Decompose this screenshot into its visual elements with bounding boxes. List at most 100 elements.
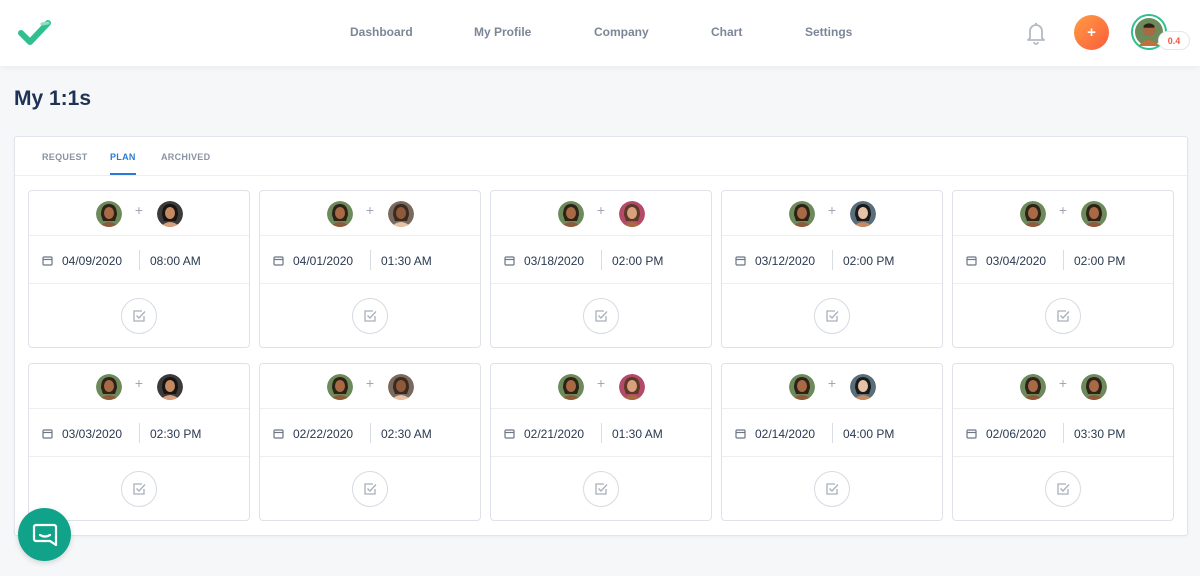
plus-icon: + <box>596 375 606 391</box>
divider <box>370 423 371 443</box>
plus-icon: + <box>134 375 144 391</box>
meeting-date: 02/14/2020 <box>755 427 816 441</box>
checkbox-check-icon <box>1057 310 1070 322</box>
plus-icon: + <box>596 202 606 218</box>
meeting-time: 01:30 AM <box>381 254 432 268</box>
nav-dashboard[interactable]: Dashboard <box>350 25 413 39</box>
meeting-date: 02/21/2020 <box>524 427 585 441</box>
add-button[interactable]: + <box>1074 15 1109 50</box>
checkbox-check-icon <box>364 483 377 495</box>
meeting-time: 04:00 PM <box>843 427 895 441</box>
meetings-panel: REQUEST PLAN ARCHIVED +04/09/2020 08:00 A… <box>14 136 1188 536</box>
tab-archived[interactable]: ARCHIVED <box>161 152 210 173</box>
nav-chart[interactable]: Chart <box>711 25 742 39</box>
participant-avatar <box>789 374 815 400</box>
meeting-time: 02:00 PM <box>843 254 895 268</box>
participants-row: + <box>722 364 942 409</box>
nav-company[interactable]: Company <box>594 25 649 39</box>
mark-complete-button[interactable] <box>814 471 850 507</box>
calendar-icon <box>504 429 515 439</box>
mark-complete-button[interactable] <box>352 298 388 334</box>
mark-complete-button[interactable] <box>352 471 388 507</box>
mark-complete-button[interactable] <box>583 298 619 334</box>
meeting-card[interactable]: +04/01/2020 01:30 AM <box>259 190 481 348</box>
checkbox-check-icon <box>826 310 839 322</box>
meeting-card[interactable]: +02/22/2020 02:30 AM <box>259 363 481 521</box>
calendar-icon <box>273 256 284 266</box>
calendar-icon <box>735 256 746 266</box>
nav-my-profile[interactable]: My Profile <box>474 25 531 39</box>
participants-row: + <box>722 191 942 236</box>
divider <box>832 423 833 443</box>
participants-row: + <box>953 191 1173 236</box>
mark-complete-button[interactable] <box>814 298 850 334</box>
divider <box>139 423 140 443</box>
score-badge: 0.4 <box>1158 31 1190 50</box>
checkbox-check-icon <box>133 483 146 495</box>
meeting-date: 02/22/2020 <box>293 427 354 441</box>
checkbox-check-icon <box>595 483 608 495</box>
schedule-row: 03/04/2020 02:00 PM <box>953 237 1173 284</box>
page-title: My 1:1s <box>14 87 92 110</box>
meeting-card[interactable]: +03/03/2020 02:30 PM <box>28 363 250 521</box>
participant-avatar <box>96 374 122 400</box>
divider <box>601 423 602 443</box>
nav-settings[interactable]: Settings <box>805 25 852 39</box>
notification-bell-icon[interactable] <box>1024 20 1048 46</box>
participant-avatar <box>1081 201 1107 227</box>
chat-bubble-icon <box>32 523 57 546</box>
meeting-card[interactable]: +03/18/2020 02:00 PM <box>490 190 712 348</box>
participant-avatar <box>157 201 183 227</box>
mark-complete-button[interactable] <box>121 471 157 507</box>
participant-avatar <box>327 201 353 227</box>
meeting-card[interactable]: +03/12/2020 02:00 PM <box>721 190 943 348</box>
chat-launcher-button[interactable] <box>18 508 71 561</box>
tab-bar: REQUEST PLAN ARCHIVED <box>15 137 1187 176</box>
tab-plan[interactable]: PLAN <box>110 152 136 175</box>
calendar-icon <box>504 256 515 266</box>
divider <box>370 250 371 270</box>
schedule-row: 02/06/2020 03:30 PM <box>953 410 1173 457</box>
plus-icon: + <box>365 202 375 218</box>
plus-icon: + <box>1058 375 1068 391</box>
divider <box>139 250 140 270</box>
schedule-row: 02/22/2020 02:30 AM <box>260 410 480 457</box>
top-navigation-bar: Dashboard My Profile Company Chart Setti… <box>0 0 1200 66</box>
meeting-date: 03/03/2020 <box>62 427 123 441</box>
mark-complete-button[interactable] <box>583 471 619 507</box>
meeting-card[interactable]: +04/09/2020 08:00 AM <box>28 190 250 348</box>
meeting-card[interactable]: +02/06/2020 03:30 PM <box>952 363 1174 521</box>
participants-row: + <box>29 364 249 409</box>
tab-request[interactable]: REQUEST <box>42 152 88 173</box>
schedule-row: 03/03/2020 02:30 PM <box>29 410 249 457</box>
schedule-row: 02/21/2020 01:30 AM <box>491 410 711 457</box>
meeting-time: 02:30 AM <box>381 427 432 441</box>
mark-complete-button[interactable] <box>1045 471 1081 507</box>
meeting-card[interactable]: +02/21/2020 01:30 AM <box>490 363 712 521</box>
mark-complete-button[interactable] <box>1045 298 1081 334</box>
calendar-icon <box>735 429 746 439</box>
meeting-time: 03:30 PM <box>1074 427 1126 441</box>
checkbox-check-icon <box>133 310 146 322</box>
schedule-row: 03/12/2020 02:00 PM <box>722 237 942 284</box>
schedule-row: 03/18/2020 02:00 PM <box>491 237 711 284</box>
meeting-card[interactable]: +02/14/2020 04:00 PM <box>721 363 943 521</box>
mark-complete-button[interactable] <box>121 298 157 334</box>
meeting-date: 04/09/2020 <box>62 254 123 268</box>
participant-avatar <box>619 201 645 227</box>
meeting-date: 03/18/2020 <box>524 254 585 268</box>
calendar-icon <box>966 429 977 439</box>
meeting-card[interactable]: +03/04/2020 02:00 PM <box>952 190 1174 348</box>
plus-icon: + <box>134 202 144 218</box>
calendar-icon <box>966 256 977 266</box>
meeting-time: 02:00 PM <box>612 254 664 268</box>
calendar-icon <box>42 429 53 439</box>
participants-row: + <box>260 191 480 236</box>
main-nav: Dashboard My Profile Company Chart Setti… <box>0 0 1200 66</box>
participants-row: + <box>260 364 480 409</box>
participant-avatar <box>558 374 584 400</box>
meeting-time: 02:30 PM <box>150 427 202 441</box>
plus-icon: + <box>365 375 375 391</box>
calendar-icon <box>273 429 284 439</box>
meeting-date: 03/04/2020 <box>986 254 1047 268</box>
